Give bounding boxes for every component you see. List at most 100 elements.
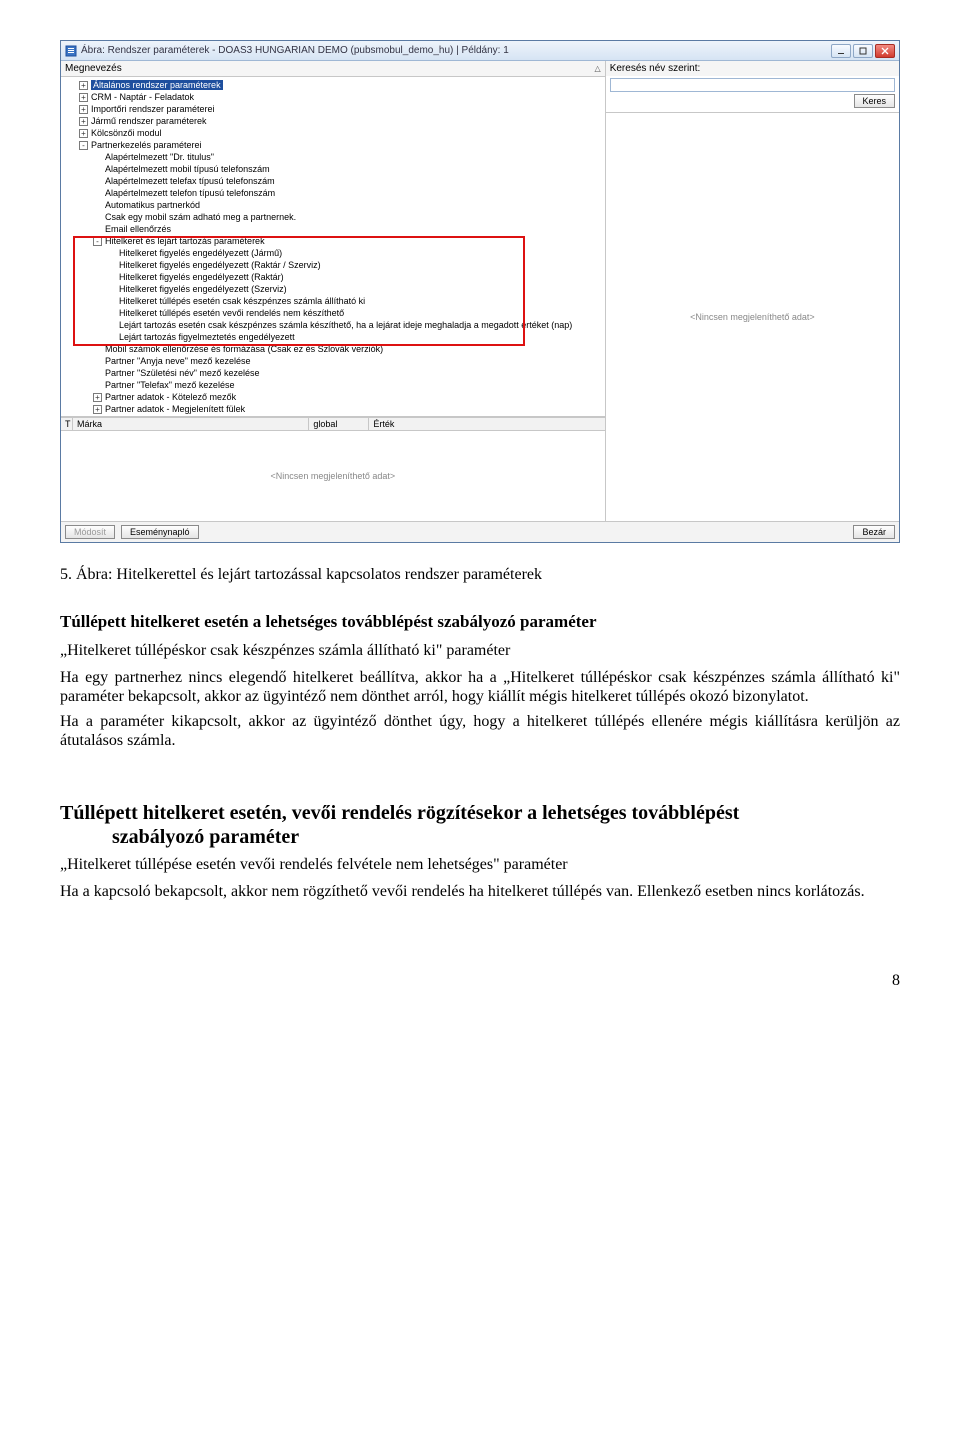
grid-header: T Márka global Érték (61, 417, 605, 431)
tree-leaf-spacer (93, 355, 102, 364)
tree-node[interactable]: +Általános rendszer paraméterek (63, 79, 603, 91)
tree-leaf-spacer (93, 199, 102, 208)
section-1-heading: Túllépett hitelkeret esetén a lehetséges… (60, 612, 900, 632)
tree-leaf-spacer (93, 211, 102, 220)
left-panel: Megnevezés △ +Általános rendszer paramét… (61, 61, 606, 521)
expand-icon[interactable]: + (79, 105, 88, 114)
section-1-p2: Ha a paraméter kikapcsolt, akkor az ügyi… (60, 712, 900, 750)
tree-node[interactable]: Lejárt tartozás figyelmeztetés engedélye… (63, 331, 603, 343)
tree-node[interactable]: Partner "Anyja neve" mező kezelése (63, 355, 603, 367)
expand-icon[interactable]: + (93, 405, 102, 414)
tree-node-label: Hitelkeret figyelés engedélyezett (Raktá… (119, 260, 321, 270)
grid-empty: <Nincsen megjeleníthető adat> (61, 431, 605, 521)
left-col-header-label: Megnevezés (65, 63, 122, 74)
close-button[interactable] (875, 44, 895, 58)
tree-node-label: Hitelkeret figyelés engedélyezett (Szerv… (119, 284, 287, 294)
tree-leaf-spacer (107, 295, 116, 304)
tree-leaf-spacer (93, 223, 102, 232)
tree-node[interactable]: -Partnerkezelés paraméterei (63, 139, 603, 151)
search-label: Keresés név szerint: (610, 63, 701, 74)
expand-icon[interactable]: + (93, 393, 102, 402)
expand-icon[interactable]: + (79, 129, 88, 138)
tree-node-label: Importőri rendszer paraméterei (91, 104, 215, 114)
tree-node[interactable]: Hitelkeret figyelés engedélyezett (Raktá… (63, 271, 603, 283)
tree-node[interactable]: Hitelkeret túllépés esetén csak készpénz… (63, 295, 603, 307)
tree-node[interactable]: Partner adószám ellenőrzés beíráskor (63, 415, 603, 417)
tree-node[interactable]: Alapértelmezett mobil típusú telefonszám (63, 163, 603, 175)
tree-node[interactable]: +Importőri rendszer paraméterei (63, 103, 603, 115)
tree-node[interactable]: Automatikus partnerkód (63, 199, 603, 211)
tree-leaf-spacer (93, 151, 102, 160)
tree-node[interactable]: +Partner adatok - Kötelező mezők (63, 391, 603, 403)
tree-leaf-spacer (93, 187, 102, 196)
tree-node-label: Lejárt tartozás esetén csak készpénzes s… (119, 320, 572, 330)
section-2-p1: Ha a kapcsoló bekapcsolt, akkor nem rögz… (60, 882, 900, 901)
collapse-icon[interactable]: - (93, 237, 102, 246)
tree-view[interactable]: +Általános rendszer paraméterek+CRM - Na… (61, 77, 605, 417)
section-1-paramname: „Hitelkeret túllépéskor csak készpénzes … (60, 641, 900, 660)
tree-node[interactable]: +Jármű rendszer paraméterek (63, 115, 603, 127)
tree-node[interactable]: Alapértelmezett "Dr. titulus" (63, 151, 603, 163)
bottom-toolbar: Módosít Eseménynapló Bezár (61, 521, 899, 542)
tree-node-label: Partner adatok - Megjelenített fülek (105, 404, 245, 414)
tree-node-label: Partner "Születési név" mező kezelése (105, 368, 259, 378)
tree-node[interactable]: Alapértelmezett telefon típusú telefonsz… (63, 187, 603, 199)
tree-leaf-spacer (107, 283, 116, 292)
expand-icon[interactable]: + (79, 117, 88, 126)
tree-node[interactable]: -Hitelkeret és lejárt tartozás paraméter… (63, 235, 603, 247)
search-button[interactable]: Keres (854, 94, 896, 108)
modify-button[interactable]: Módosít (65, 525, 115, 539)
close-icon (881, 47, 889, 55)
tree-node[interactable]: Mobil számok ellenőrzése és formázása (C… (63, 343, 603, 355)
section-1-p1: Ha egy partnerhez nincs elegendő hitelke… (60, 668, 900, 706)
tree-node[interactable]: Hitelkeret figyelés engedélyezett (Jármű… (63, 247, 603, 259)
expand-icon[interactable]: + (79, 93, 88, 102)
minimize-button[interactable] (831, 44, 851, 58)
minimize-icon (837, 47, 845, 55)
tree-node-label: Alapértelmezett telefon típusú telefonsz… (105, 188, 275, 198)
expand-icon[interactable]: + (79, 81, 88, 90)
grid-col-marka[interactable]: Márka (73, 418, 309, 430)
tree-node[interactable]: Alapértelmezett telefax típusú telefonsz… (63, 175, 603, 187)
tree-node[interactable]: Email ellenőrzés (63, 223, 603, 235)
search-input[interactable] (610, 78, 895, 92)
tree-node-label: Partnerkezelés paraméterei (91, 140, 202, 150)
tree-node-label: Hitelkeret figyelés engedélyezett (Jármű… (119, 248, 282, 258)
tree-node[interactable]: Csak egy mobil szám adható meg a partner… (63, 211, 603, 223)
right-panel: Keresés név szerint: Keres <Nincsen megj… (606, 61, 899, 521)
tree-node[interactable]: Hitelkeret túllépés esetén vevői rendelé… (63, 307, 603, 319)
tree-node[interactable]: Hitelkeret figyelés engedélyezett (Szerv… (63, 283, 603, 295)
eventlog-button[interactable]: Eseménynapló (121, 525, 199, 539)
search-label-row: Keresés név szerint: (606, 61, 899, 76)
grid-col-t[interactable]: T (61, 418, 73, 430)
section-2-heading: Túllépett hitelkeret esetén, vevői rende… (60, 801, 900, 849)
tree-leaf-spacer (93, 343, 102, 352)
tree-node-label: Hitelkeret túllépés esetén vevői rendelé… (119, 308, 344, 318)
tree-node-label: Automatikus partnerkód (105, 200, 200, 210)
tree-node[interactable]: Hitelkeret figyelés engedélyezett (Raktá… (63, 259, 603, 271)
maximize-button[interactable] (853, 44, 873, 58)
tree-node[interactable]: Partner "Telefax" mező kezelése (63, 379, 603, 391)
tree-node[interactable]: +Partner adatok - Megjelenített fülek (63, 403, 603, 415)
tree-node[interactable]: +CRM - Naptár - Feladatok (63, 91, 603, 103)
collapse-icon[interactable]: - (79, 141, 88, 150)
close-window-button[interactable]: Bezár (853, 525, 895, 539)
tree-node[interactable]: Partner "Születési név" mező kezelése (63, 367, 603, 379)
preview-empty: <Nincsen megjeleníthető adat> (606, 113, 899, 521)
tree-node-label: Partner adatok - Kötelező mezők (105, 392, 236, 402)
tree-node-label: Kölcsönzői modul (91, 128, 162, 138)
tree-node-label: Lejárt tartozás figyelmeztetés engedélye… (119, 332, 295, 342)
tree-leaf-spacer (107, 247, 116, 256)
tree-node-label: Alapértelmezett mobil típusú telefonszám (105, 164, 270, 174)
tree-leaf-spacer (107, 331, 116, 340)
grid-col-ertek[interactable]: Érték (369, 418, 604, 430)
tree-node-label: Általános rendszer paraméterek (91, 80, 223, 90)
tree-node-label: Alapértelmezett telefax típusú telefonsz… (105, 176, 275, 186)
app-icon (65, 45, 77, 57)
tree-leaf-spacer (93, 367, 102, 376)
grid-col-global[interactable]: global (309, 418, 369, 430)
tree-node[interactable]: Lejárt tartozás esetén csak készpénzes s… (63, 319, 603, 331)
sort-arrow-icon[interactable]: △ (595, 64, 601, 73)
tree-node[interactable]: +Kölcsönzői modul (63, 127, 603, 139)
tree-node-label: Partner adószám ellenőrzés beíráskor (105, 416, 257, 417)
